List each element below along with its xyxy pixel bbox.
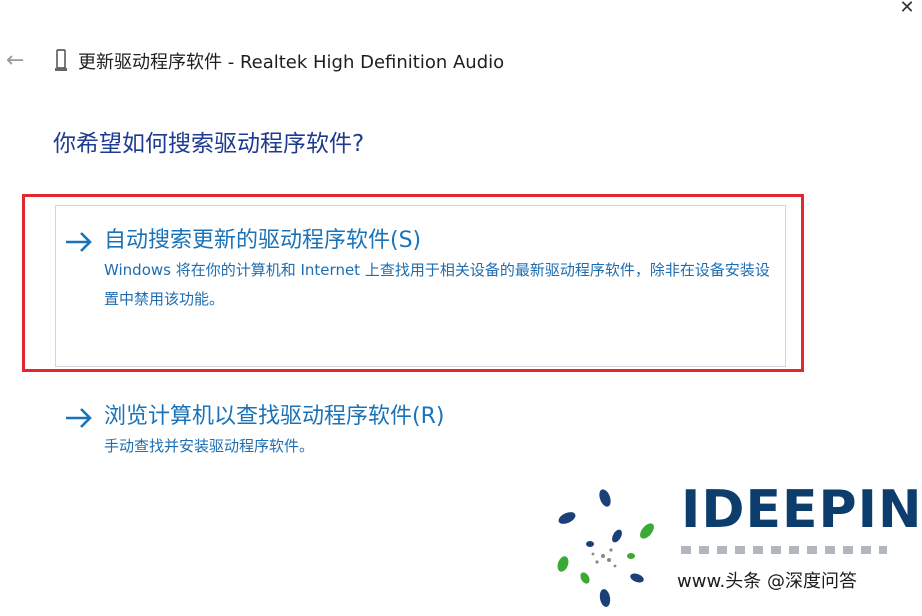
page-title: 你希望如何搜索驱动程序软件? [53,131,365,157]
watermark-brand: IDEEPIN [681,480,922,540]
close-icon[interactable]: ✕ [898,0,916,18]
arrow-right-icon [66,408,92,428]
watermark-url: www.头条 @深度问答 [677,571,857,592]
dialog-title: 更新驱动程序软件 - Realtek High Definition Audio [78,52,505,73]
dialog-header: 更新驱动程序软件 - Realtek High Definition Audio [54,46,504,76]
auto-search-title[interactable]: 自动搜索更新的驱动程序软件(S) [104,226,784,256]
arrow-right-icon [66,232,92,252]
browse-computer-description: 手动查找并安装驱动程序软件。 [104,437,315,455]
watermark-tagline-strip [681,546,887,554]
browse-computer-option[interactable]: 浏览计算机以查找驱动程序软件(R) 手动查找并安装驱动程序软件。 [64,402,784,461]
browse-computer-title[interactable]: 浏览计算机以查找驱动程序软件(R) [104,402,784,432]
back-arrow-icon[interactable]: ← [6,50,30,72]
logo-icon [557,489,654,607]
device-icon [55,49,67,71]
watermark: IDEEPIN www.头条 @深度问答 [545,480,922,616]
auto-search-option[interactable]: 自动搜索更新的驱动程序软件(S) Windows 将在你的计算机和 Intern… [64,226,784,314]
auto-search-description: Windows 将在你的计算机和 Internet 上查找用于相关设备的最新驱动… [104,261,770,308]
